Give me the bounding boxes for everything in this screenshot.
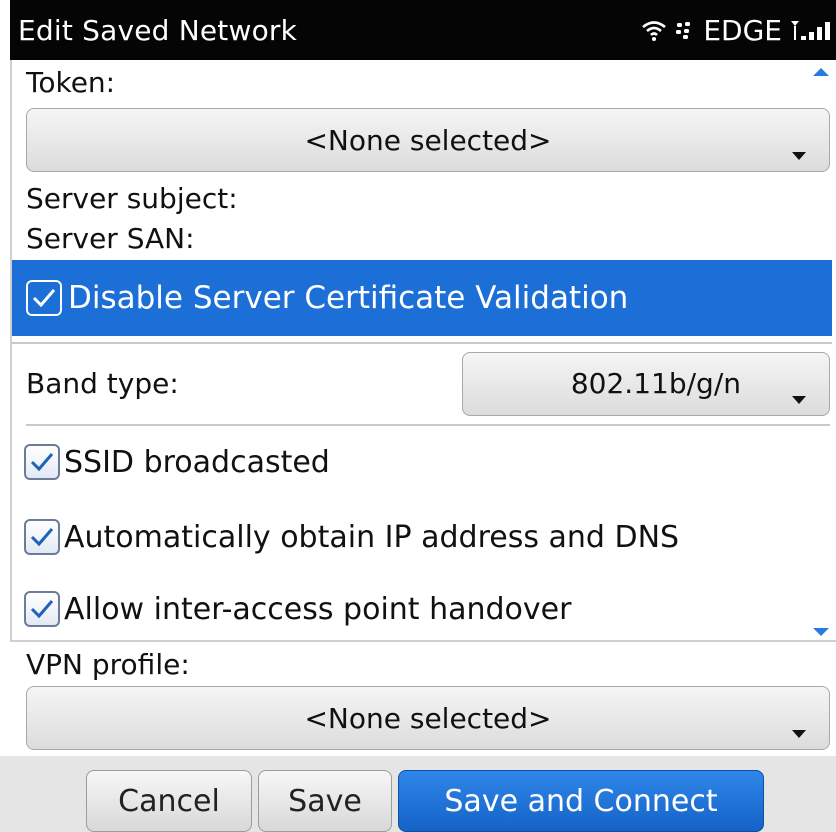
auto-ip-dns-checkbox[interactable] [24, 519, 60, 555]
edit-saved-network-screen: Edit Saved Network EDGE Token: <None sel… [0, 0, 836, 832]
inter-ap-handover-checkbox[interactable] [24, 591, 60, 627]
disable-cert-validation-checkbox[interactable] [26, 280, 62, 316]
checkmark-icon [30, 528, 54, 547]
wifi-icon [641, 18, 667, 42]
chevron-down-icon [791, 379, 807, 412]
checkmark-icon [32, 289, 56, 308]
save-button[interactable]: Save [258, 770, 392, 832]
token-label: Token: [26, 66, 116, 99]
ssid-broadcasted-checkbox[interactable] [24, 444, 60, 480]
status-indicators: EDGE [641, 14, 832, 47]
band-type-label: Band type: [26, 367, 179, 400]
content-left-border [10, 60, 12, 640]
save-and-connect-button[interactable]: Save and Connect [398, 770, 764, 832]
disable-cert-validation-row[interactable]: Disable Server Certificate Validation [12, 260, 832, 336]
cancel-button[interactable]: Cancel [86, 770, 252, 832]
inter-ap-handover-row[interactable]: Allow inter-access point handover [24, 591, 571, 627]
status-bar: Edit Saved Network EDGE [10, 0, 836, 60]
vpn-profile-dropdown[interactable]: <None selected> [26, 686, 830, 750]
disable-cert-validation-label: Disable Server Certificate Validation [68, 280, 629, 316]
token-value: <None selected> [304, 123, 552, 157]
band-type-value: 802.11b/g/n [570, 367, 741, 400]
footer-separator [10, 640, 836, 642]
signal-strength-icon [790, 18, 832, 42]
blackberry-icon [675, 20, 695, 40]
section-divider [12, 342, 832, 344]
token-dropdown[interactable]: <None selected> [26, 108, 830, 172]
checkmark-icon [30, 453, 54, 472]
auto-ip-dns-row[interactable]: Automatically obtain IP address and DNS [24, 519, 679, 555]
screen-title: Edit Saved Network [18, 13, 298, 47]
row-divider [26, 424, 830, 426]
ssid-broadcasted-row[interactable]: SSID broadcasted [24, 444, 330, 480]
network-type-label: EDGE [703, 13, 782, 47]
inter-ap-handover-label: Allow inter-access point handover [64, 591, 572, 627]
chevron-down-icon [791, 135, 807, 168]
auto-ip-dns-label: Automatically obtain IP address and DNS [64, 519, 680, 555]
vpn-profile-value: <None selected> [304, 701, 552, 735]
scroll-down-icon[interactable] [812, 622, 830, 641]
vpn-profile-label: VPN profile: [26, 648, 190, 681]
checkmark-icon [30, 600, 54, 619]
server-san-label: Server SAN: [26, 222, 195, 255]
chevron-down-icon [791, 713, 807, 746]
scroll-up-icon[interactable] [812, 62, 830, 81]
band-type-dropdown[interactable]: 802.11b/g/n [462, 352, 830, 416]
ssid-broadcasted-label: SSID broadcasted [64, 444, 330, 480]
server-subject-label: Server subject: [26, 182, 238, 215]
